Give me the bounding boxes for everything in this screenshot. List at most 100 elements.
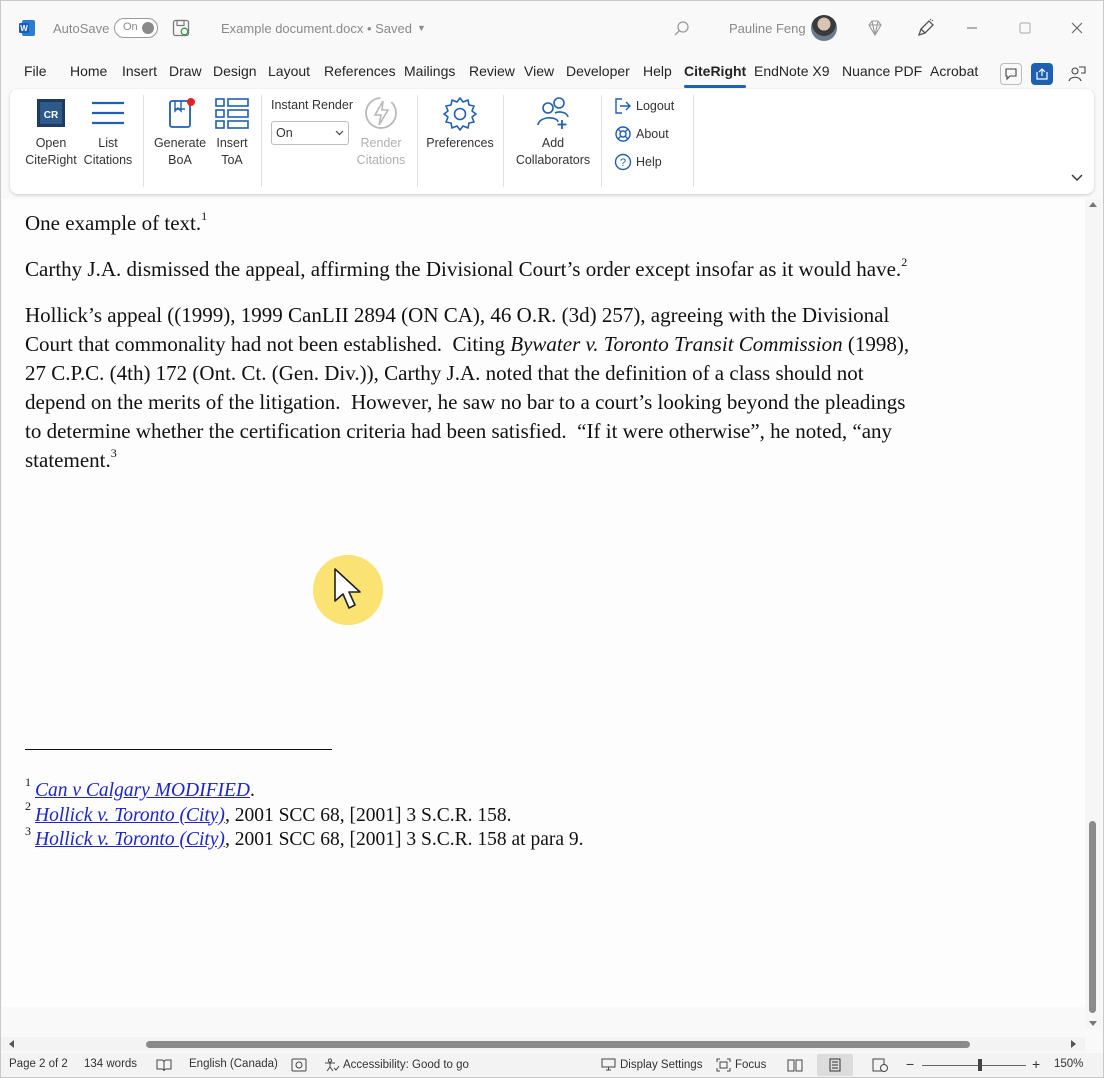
zoom-out-button[interactable]: −: [906, 1056, 914, 1072]
footnote-text: .: [250, 780, 255, 801]
ribbon-divider: [417, 95, 418, 187]
accessibility-status[interactable]: Accessibility: Good to go: [324, 1058, 469, 1072]
user-name[interactable]: Pauline Feng: [729, 1, 806, 55]
tab-review[interactable]: Review: [469, 63, 515, 79]
logout-label: Logout: [636, 99, 675, 113]
help-label: Help: [636, 155, 662, 169]
word-count[interactable]: 134 words: [84, 1058, 137, 1070]
footnote-reference[interactable]: 3: [111, 446, 117, 460]
read-mode-icon[interactable]: [787, 1058, 803, 1072]
list-citations-label-1: List: [98, 136, 118, 150]
add-collaborators-button[interactable]: Add Collaborators: [511, 95, 595, 169]
ribbon-divider: [261, 95, 262, 187]
tab-citeright[interactable]: CiteRight: [684, 63, 747, 88]
help-icon: ?: [614, 153, 632, 171]
avatar[interactable]: [811, 15, 837, 41]
citeright-ribbon: CR Open CiteRight List Citations Generat…: [10, 89, 1094, 194]
citation-link[interactable]: Can v Calgary MODIFIED: [35, 780, 250, 801]
citeright-logo-icon: CR: [37, 99, 65, 127]
minimize-icon[interactable]: [963, 19, 981, 37]
lightning-icon: [365, 97, 397, 129]
tab-design[interactable]: Design: [213, 63, 257, 79]
macro-recording-icon[interactable]: [291, 1058, 307, 1072]
status-bar: Page 2 of 2 134 words English (Canada) A…: [1, 1053, 1103, 1077]
tab-insert[interactable]: Insert: [122, 63, 157, 79]
footnote-reference[interactable]: 1: [201, 209, 207, 223]
tab-draw[interactable]: Draw: [169, 63, 202, 79]
instant-render-label: Instant Render: [271, 98, 353, 112]
preferences-button[interactable]: Preferences: [424, 95, 496, 152]
instant-render-select[interactable]: On: [271, 121, 349, 145]
footnote-number: 3: [25, 823, 31, 838]
insert-toa-button[interactable]: Insert ToA: [210, 97, 254, 169]
help-button[interactable]: ? Help: [614, 153, 662, 171]
logout-button[interactable]: Logout: [614, 97, 674, 115]
proofing-book-icon[interactable]: [156, 1058, 172, 1072]
zoom-in-button[interactable]: +: [1032, 1056, 1040, 1072]
citation-link[interactable]: Hollick v. Toronto (City): [35, 829, 225, 850]
zoom-slider-track[interactable]: [922, 1065, 1026, 1066]
tab-layout[interactable]: Layout: [268, 63, 310, 79]
search-icon[interactable]: [673, 20, 691, 38]
display-settings-button[interactable]: Display Settings: [601, 1058, 702, 1071]
footnote-reference[interactable]: 2: [901, 255, 907, 269]
scroll-right-icon[interactable]: [1069, 1039, 1079, 1049]
generate-boa-button[interactable]: Generate BoA: [152, 97, 208, 169]
zoom-slider-thumb[interactable]: [978, 1059, 982, 1071]
language-indicator[interactable]: English (Canada): [189, 1058, 278, 1070]
about-button[interactable]: About: [614, 125, 669, 143]
tab-nuance-pdf[interactable]: Nuance PDF: [842, 63, 922, 79]
save-icon[interactable]: [172, 19, 190, 37]
tab-help[interactable]: Help: [643, 63, 672, 79]
vertical-scroll-thumb[interactable]: [1089, 821, 1096, 1013]
share-button[interactable]: [1031, 63, 1053, 85]
focus-button[interactable]: Focus: [716, 1058, 766, 1072]
horizontal-scrollbar[interactable]: [1, 1037, 1085, 1051]
zoom-level[interactable]: 150%: [1054, 1058, 1083, 1070]
tab-references[interactable]: References: [324, 63, 396, 79]
paragraph-line: to determine whether the certification c…: [25, 419, 893, 443]
scroll-left-icon[interactable]: [6, 1039, 16, 1049]
presenter-button[interactable]: [1066, 63, 1088, 85]
logout-icon: [615, 98, 631, 114]
autosave-toggle[interactable]: On: [114, 18, 158, 38]
list-citations-label-2: Citations: [83, 153, 133, 167]
open-citeright-button[interactable]: CR Open CiteRight: [22, 97, 80, 169]
tab-acrobat[interactable]: Acrobat: [930, 63, 978, 79]
comments-button[interactable]: [1000, 63, 1022, 85]
list-citations-button[interactable]: List Citations: [82, 97, 134, 169]
tab-view[interactable]: View: [524, 63, 554, 79]
print-layout-button[interactable]: [817, 1054, 853, 1076]
ribbon-divider: [143, 95, 144, 187]
document-title[interactable]: Example document.docx • Saved ▼: [221, 1, 426, 55]
preferences-label: Preferences: [426, 136, 494, 150]
footnote: 3 Hollick v. Toronto (City), 2001 SCC 68,…: [25, 825, 584, 853]
tab-home[interactable]: Home: [70, 63, 107, 79]
focus-icon: [716, 1058, 731, 1072]
vertical-scrollbar[interactable]: [1085, 199, 1102, 1029]
web-layout-icon[interactable]: [872, 1058, 888, 1072]
page-indicator[interactable]: Page 2 of 2: [9, 1058, 68, 1070]
pen-icon[interactable]: [916, 18, 936, 38]
diamond-icon[interactable]: [866, 19, 884, 37]
autosave-toggle-text: On: [123, 21, 138, 33]
scroll-up-icon[interactable]: [1088, 199, 1098, 209]
scroll-down-icon[interactable]: [1088, 1019, 1098, 1029]
word-logo-icon[interactable]: W: [18, 19, 36, 37]
render-citations-button[interactable]: Render Citations: [352, 95, 410, 169]
paragraph: Carthy J.A. dismissed the appeal, affirm…: [25, 255, 1025, 284]
paragraph-line: 27 C.P.C. (4th) 172 (Ont. Ct. (Gen. Div.…: [25, 361, 864, 385]
tab-file[interactable]: File: [24, 63, 47, 79]
tab-endnote[interactable]: EndNote X9: [754, 63, 830, 79]
horizontal-scroll-thumb[interactable]: [146, 1041, 970, 1048]
footnote: 1 Can v Calgary MODIFIED.: [25, 776, 584, 804]
close-icon[interactable]: [1068, 19, 1086, 37]
document-page[interactable]: One example of text.1 Carthy J.A. dismis…: [2, 199, 1085, 1007]
citation-link[interactable]: Hollick v. Toronto (City): [35, 805, 225, 826]
paragraph-line: Court that commonality had not been esta…: [25, 332, 511, 356]
tab-developer[interactable]: Developer: [566, 63, 630, 79]
maximize-icon[interactable]: [1016, 19, 1034, 37]
tab-mailings[interactable]: Mailings: [404, 63, 455, 79]
paragraph: Hollick’s appeal ((1999), 1999 CanLII 28…: [25, 301, 1025, 475]
chevron-down-icon[interactable]: [1070, 173, 1084, 183]
